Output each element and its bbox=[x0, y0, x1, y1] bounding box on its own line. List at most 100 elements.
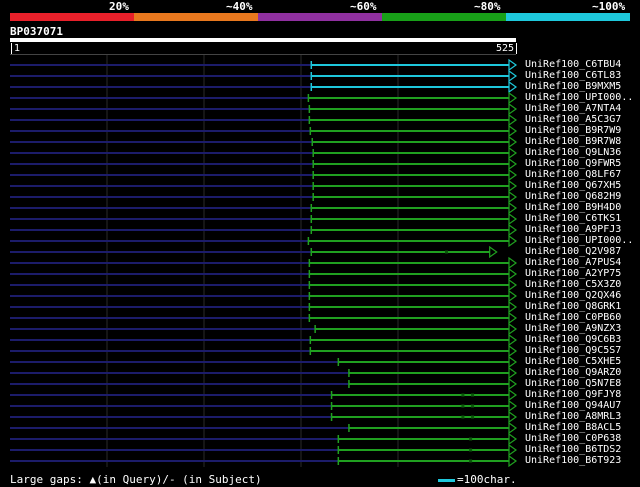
hit-arrow-icon bbox=[508, 300, 518, 314]
hit-arrow-icon bbox=[508, 454, 518, 467]
hit-arrow-icon bbox=[508, 190, 518, 204]
hit-gap-marker bbox=[444, 250, 448, 254]
hit-arrow-icon bbox=[508, 91, 518, 105]
hit-label[interactable]: UniRef100_C6TL83 bbox=[525, 70, 640, 81]
hit-label[interactable]: UniRef100_A2YP75 bbox=[525, 268, 640, 279]
hit-gap-marker bbox=[469, 459, 473, 463]
hit-arrow-icon bbox=[508, 322, 518, 336]
hit-arrow-icon bbox=[508, 333, 518, 347]
hit-gap-marker bbox=[469, 448, 473, 452]
legend-segment bbox=[258, 13, 382, 21]
hit-label[interactable]: UniRef100_Q8LF67 bbox=[525, 169, 640, 180]
legend-segment bbox=[134, 13, 258, 21]
hit-gap-marker bbox=[469, 437, 473, 441]
hit-arrow-icon bbox=[508, 146, 518, 160]
hit-arrow-icon bbox=[508, 355, 518, 369]
hit-label[interactable]: UniRef100_Q9C5S7 bbox=[525, 345, 640, 356]
hit-arrow-icon bbox=[508, 168, 518, 182]
hit-label[interactable]: UniRef100_A5C3G7 bbox=[525, 114, 640, 125]
hit-arrow-icon bbox=[508, 410, 518, 424]
legend-segment bbox=[506, 13, 630, 21]
hit-label[interactable]: UniRef100_B8ACL5 bbox=[525, 422, 640, 433]
legend-label: ~60% bbox=[350, 0, 377, 13]
hit-label[interactable]: UniRef100_A9NZX3 bbox=[525, 323, 640, 334]
hit-label[interactable]: UniRef100_Q682H9 bbox=[525, 191, 640, 202]
hit-arrow-icon bbox=[508, 432, 518, 446]
legend-label: ~100% bbox=[592, 0, 626, 13]
hit-label[interactable]: UniRef100_C0P638 bbox=[525, 433, 640, 444]
query-start-label: 1 bbox=[11, 43, 20, 54]
hit-gap-marker bbox=[471, 393, 475, 397]
hit-label[interactable]: UniRef100_B9H4D0 bbox=[525, 202, 640, 213]
hit-gap-marker bbox=[471, 415, 475, 419]
hit-arrow-icon bbox=[508, 201, 518, 215]
hit-label[interactable]: UniRef100_Q94AU7 bbox=[525, 400, 640, 411]
hit-label[interactable]: UniRef100_Q2V987 bbox=[525, 246, 640, 257]
hit-arrow-icon bbox=[508, 278, 518, 292]
hit-arrow-icon bbox=[508, 443, 518, 457]
hit-arrow-icon bbox=[508, 113, 518, 127]
scale-legend: =100char. bbox=[438, 473, 517, 486]
hit-arrow-icon bbox=[508, 344, 518, 358]
legend-label: ~40% bbox=[226, 0, 253, 13]
hit-label[interactable]: UniRef100_Q9LN36 bbox=[525, 147, 640, 158]
gaps-legend: Large gaps: ▲(in Query)/- (in Subject) bbox=[10, 473, 262, 486]
hit-arrow-icon bbox=[508, 223, 518, 237]
legend-segment bbox=[10, 13, 134, 21]
hit-arrow-icon bbox=[508, 388, 518, 402]
hit-label[interactable]: UniRef100_A7PUS4 bbox=[525, 257, 640, 268]
hit-label[interactable]: UniRef100_B9R7W8 bbox=[525, 136, 640, 147]
legend-label: 20% bbox=[109, 0, 129, 13]
hit-arrow-icon bbox=[508, 58, 518, 72]
hit-gap-marker bbox=[461, 393, 465, 397]
hit-label[interactable]: UniRef100_B6TDS2 bbox=[525, 444, 640, 455]
hit-label[interactable]: UniRef100_C0PB60 bbox=[525, 312, 640, 323]
hit-label[interactable]: UniRef100_A9PFJ3 bbox=[525, 224, 640, 235]
hit-label[interactable]: UniRef100_Q9FWR5 bbox=[525, 158, 640, 169]
hit-arrow-icon bbox=[508, 179, 518, 193]
hit-label[interactable]: UniRef100_C6TKS1 bbox=[525, 213, 640, 224]
hit-label[interactable]: UniRef100_Q67XH5 bbox=[525, 180, 640, 191]
hit-arrow-icon bbox=[508, 124, 518, 138]
scale-sample-bar bbox=[438, 478, 455, 482]
hit-arrow-icon bbox=[489, 245, 498, 259]
hit-alignments bbox=[10, 55, 518, 467]
hit-arrow-icon bbox=[508, 102, 518, 116]
hit-label[interactable]: UniRef100_Q5N7E8 bbox=[525, 378, 640, 389]
hit-label[interactable]: UniRef100_B9R7W9 bbox=[525, 125, 640, 136]
hit-gap-marker bbox=[461, 415, 465, 419]
hit-arrow-icon bbox=[508, 234, 518, 248]
hit-arrow-icon bbox=[508, 366, 518, 380]
legend-segment bbox=[382, 13, 506, 21]
query-end-label: 525 bbox=[496, 43, 518, 54]
hit-arrow-icon bbox=[508, 80, 518, 94]
hit-arrow-icon bbox=[508, 69, 518, 83]
hit-arrow-icon bbox=[508, 212, 518, 226]
hit-label[interactable]: UniRef100_UPI000.. bbox=[525, 92, 640, 103]
hit-label[interactable]: UniRef100_Q2QX46 bbox=[525, 290, 640, 301]
hit-label[interactable]: UniRef100_C5X3Z0 bbox=[525, 279, 640, 290]
query-bar bbox=[10, 38, 516, 42]
hit-arrow-icon bbox=[508, 421, 518, 435]
hit-label[interactable]: UniRef100_Q9ARZ0 bbox=[525, 367, 640, 378]
hit-label[interactable]: UniRef100_B6T923 bbox=[525, 455, 640, 466]
hit-label[interactable]: UniRef100_Q9C6B3 bbox=[525, 334, 640, 345]
hit-arrow-icon bbox=[508, 267, 518, 281]
hit-label[interactable]: UniRef100_A7NTA4 bbox=[525, 103, 640, 114]
hit-arrow-icon bbox=[508, 377, 518, 391]
hit-label[interactable]: UniRef100_Q9FJY8 bbox=[525, 389, 640, 400]
hit-arrow-icon bbox=[508, 399, 518, 413]
hit-label[interactable]: UniRef100_C5XHE5 bbox=[525, 356, 640, 367]
hit-label[interactable]: UniRef100_Q8GRK1 bbox=[525, 301, 640, 312]
hit-arrow-icon bbox=[508, 256, 518, 270]
hit-label[interactable]: UniRef100_B9MXM5 bbox=[525, 81, 640, 92]
hit-arrow-icon bbox=[508, 135, 518, 149]
hit-label[interactable]: UniRef100_C6TBU4 bbox=[525, 59, 640, 70]
hit-gap-marker bbox=[461, 404, 465, 408]
hit-label[interactable]: UniRef100_A8MRL3 bbox=[525, 411, 640, 422]
hit-label[interactable]: UniRef100_UPI000.. bbox=[525, 235, 640, 246]
legend-label: ~80% bbox=[474, 0, 501, 13]
hit-arrow-icon bbox=[508, 311, 518, 325]
hit-arrow-icon bbox=[508, 289, 518, 303]
hit-gap-marker bbox=[471, 404, 475, 408]
